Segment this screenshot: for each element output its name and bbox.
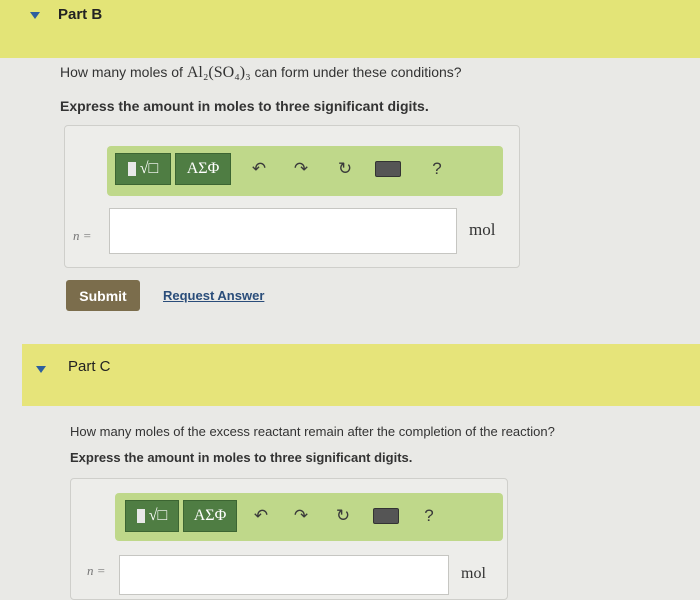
templates-label: √□ [148, 507, 168, 524]
undo-icon[interactable]: ↶ [247, 156, 271, 182]
part-c-title: Part C [68, 358, 111, 375]
question-text-start: How many moles of [60, 64, 187, 80]
template-block-icon [127, 162, 136, 176]
math-toolbar: √□ ΑΣΦ ↶ ↷ ↻ ? [107, 146, 503, 196]
part-c-header[interactable]: Part C [22, 344, 700, 406]
part-c-instruction: Express the amount in moles to three sig… [70, 450, 413, 465]
keyboard-icon[interactable] [375, 161, 401, 177]
collapse-caret-icon[interactable] [30, 12, 40, 19]
reset-icon[interactable]: ↻ [333, 156, 357, 182]
variable-label: n = [87, 563, 106, 578]
answer-input-c[interactable] [119, 555, 449, 595]
part-b-title: Part B [58, 6, 103, 23]
symbols-button[interactable]: ΑΣΦ [175, 153, 231, 185]
part-c-question: How many moles of the excess reactant re… [70, 424, 555, 439]
redo-icon[interactable]: ↷ [289, 503, 313, 529]
variable-label: n = [73, 228, 92, 243]
templates-label: √□ [139, 160, 159, 177]
question-text-end: can form under these conditions? [250, 64, 462, 80]
symbols-button[interactable]: ΑΣΦ [183, 500, 237, 532]
part-b-instruction: Express the amount in moles to three sig… [60, 98, 429, 114]
submit-button[interactable]: Submit [66, 280, 140, 311]
help-icon[interactable]: ? [417, 503, 441, 529]
keyboard-icon[interactable] [373, 508, 399, 524]
collapse-caret-icon[interactable] [36, 366, 46, 373]
reset-icon[interactable]: ↻ [331, 503, 355, 529]
part-b-header[interactable]: Part B [0, 0, 700, 58]
request-answer-link[interactable]: Request Answer [163, 288, 264, 303]
undo-icon[interactable]: ↶ [249, 503, 273, 529]
answer-panel: √□ ΑΣΦ ↶ ↷ ↻ ? n = mol [64, 125, 520, 268]
symbols-label: ΑΣΦ [193, 507, 227, 524]
math-toolbar-c: √□ ΑΣΦ ↶ ↷ ↻ ? [115, 493, 503, 541]
unit-label: mol [461, 565, 486, 582]
answer-panel-c: √□ ΑΣΦ ↶ ↷ ↻ ? n = mol [70, 478, 508, 600]
templates-button[interactable]: √□ [125, 500, 179, 532]
redo-icon[interactable]: ↷ [289, 156, 313, 182]
part-b-question: How many moles of Al₂(SO₄)₃ can form und… [60, 64, 462, 82]
chemical-formula: Al₂(SO₄)₃ [186, 64, 251, 81]
templates-button[interactable]: √□ [115, 153, 171, 185]
answer-input[interactable] [109, 208, 457, 254]
help-icon[interactable]: ? [425, 156, 449, 182]
unit-label: mol [469, 220, 496, 239]
template-block-icon [136, 509, 145, 523]
symbols-label: ΑΣΦ [186, 160, 220, 177]
